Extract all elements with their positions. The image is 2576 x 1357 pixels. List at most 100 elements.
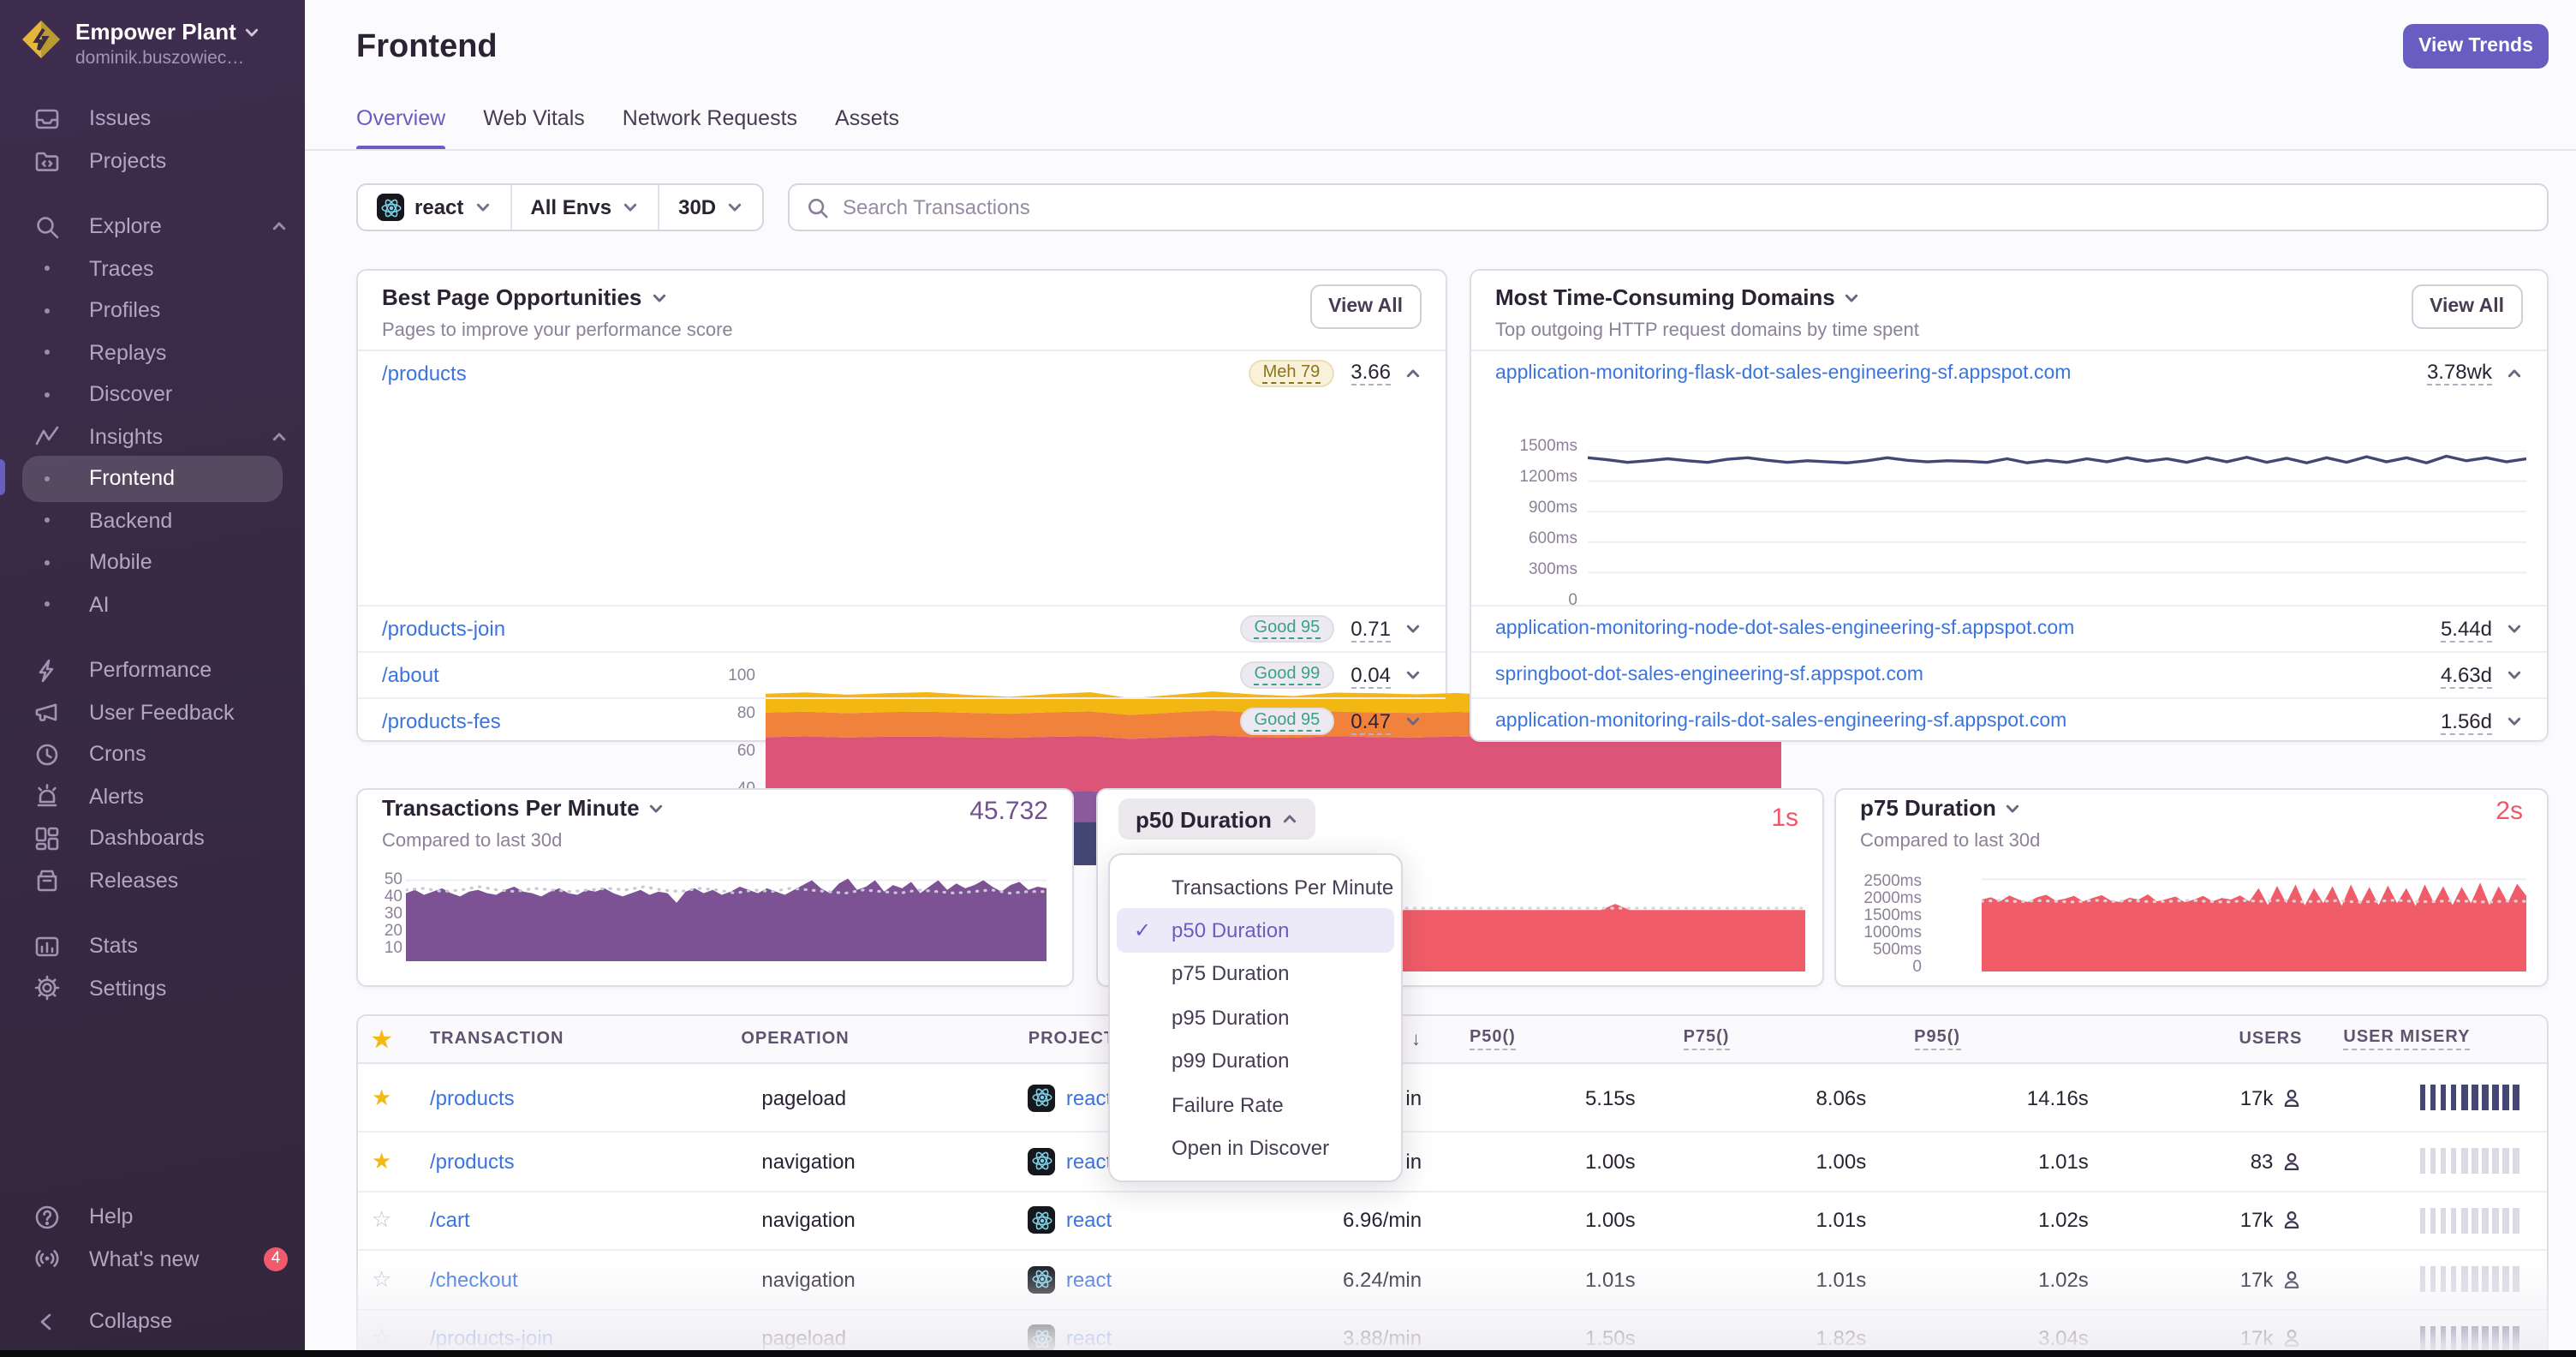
metric-selector-button[interactable]: p50 Duration [1118,798,1316,840]
chevron-down-icon [622,199,639,216]
sidebar-item-what-s-new[interactable]: What's new 4 [0,1238,305,1280]
cell-users: 17k [2102,1085,2317,1109]
view-trends-button[interactable]: View Trends [2403,24,2549,69]
domain-link[interactable]: application-monitoring-rails-dot-sales-e… [1495,711,2066,732]
project-link[interactable]: react [1066,1209,1112,1233]
sidebar-item-collapse[interactable]: Collapse [0,1300,305,1342]
search-input[interactable] [843,195,2530,219]
chevron-down-icon[interactable] [1404,667,1422,684]
panel-caption: Pages to improve your performance score [382,320,733,341]
chevron-down-icon[interactable] [1844,289,1861,306]
org-switcher[interactable]: Empower Plant dominik.buszowiec… [21,19,267,69]
column-header-operation[interactable]: OPERATION [727,1030,1014,1049]
star-outline-icon[interactable]: ☆ [372,1266,391,1294]
view-all-button[interactable]: View All [2411,284,2523,329]
sidebar-item-frontend[interactable]: Frontend [0,456,305,500]
tab-overview[interactable]: Overview [356,106,446,151]
star-outline-icon[interactable]: ☆ [372,1207,391,1234]
star-filled-icon[interactable]: ★ [372,1148,391,1175]
column-header-p95[interactable]: P95() [1880,1028,2102,1050]
column-header-users[interactable]: USERS [2102,1030,2317,1049]
tab-assets[interactable]: Assets [835,106,899,151]
column-header-transaction[interactable]: TRANSACTION [416,1030,727,1049]
environment-filter[interactable]: All Envs [511,185,660,230]
chevron-down-icon[interactable] [2506,620,2523,637]
domain-link[interactable]: springboot-dot-sales-engineering-sf.apps… [1495,665,1923,685]
view-all-button[interactable]: View All [1309,284,1422,329]
page-link[interactable]: /products-fes [382,709,501,733]
sidebar-item-stats[interactable]: Stats [0,925,305,967]
domain-link[interactable]: application-monitoring-node-dot-sales-en… [1495,619,2074,639]
tab-bar: Overview Web Vitals Network Requests Assets [356,106,899,151]
chevron-down-icon[interactable] [2506,713,2523,730]
chevron-up-icon[interactable] [2506,364,2523,381]
menu-item-p99-duration[interactable]: p99 Duration [1117,1039,1394,1083]
column-header-p50[interactable]: P50() [1435,1028,1649,1050]
menu-item-failure-rate[interactable]: Failure Rate [1117,1083,1394,1127]
star-filled-icon[interactable]: ★ [372,1084,391,1111]
sidebar-item-settings[interactable]: Settings [0,967,305,1009]
project-link[interactable]: react [1066,1085,1112,1109]
sidebar-item-profiles[interactable]: Profiles [0,290,305,332]
page-link[interactable]: /about [382,663,439,687]
project-link[interactable]: react [1066,1268,1112,1292]
sidebar-item-dashboards[interactable]: Dashboards [0,817,305,859]
transaction-link[interactable]: /products [430,1085,515,1109]
chevron-down-icon[interactable] [648,799,665,816]
menu-item-label: Failure Rate [1172,1092,1284,1117]
column-header-misery[interactable]: USER MISERY [2316,1028,2547,1050]
sidebar-item-ai[interactable]: AI [0,583,305,625]
chevron-down-icon[interactable] [650,289,667,306]
page-link[interactable]: /products-join [382,617,505,641]
sidebar-item-label: Profiles [89,298,161,323]
sidebar-item-releases[interactable]: Releases [0,859,305,901]
page-link[interactable]: /products [382,361,467,385]
sidebar-item-insights[interactable]: Insights [0,415,305,457]
sidebar-item-projects[interactable]: Projects [0,140,305,182]
sidebar-item-crons[interactable]: Crons [0,733,305,775]
star-outline-icon[interactable]: ☆ [372,1325,391,1353]
sidebar-item-traces[interactable]: Traces [0,248,305,290]
cell-project: react [1015,1265,1237,1294]
domain-link[interactable]: application-monitoring-flask-dot-sales-e… [1495,362,2071,383]
menu-item-label: Transactions Per Minute [1172,875,1394,900]
cell-star: ☆ [358,1266,416,1294]
sidebar-item-issues[interactable]: Issues [0,98,305,140]
tab-network-requests[interactable]: Network Requests [623,106,797,151]
tab-web-vitals[interactable]: Web Vitals [483,106,585,151]
menu-item-open-in-discover[interactable]: Open in Discover [1117,1127,1394,1170]
bullet-icon [33,559,60,565]
chevron-down-icon[interactable] [2506,667,2523,684]
sidebar-item-performance[interactable]: Performance [0,649,305,691]
menu-item-p75-duration[interactable]: p75 Duration [1117,953,1394,996]
sidebar-item-help[interactable]: Help [0,1196,305,1238]
column-label: P50() [1469,1028,1516,1050]
chevron-down-icon[interactable] [2005,799,2022,816]
project-filter[interactable]: react [358,185,512,230]
transaction-link[interactable]: /products-join [430,1327,553,1351]
chevron-up-icon[interactable] [1404,364,1422,381]
sidebar-item-backend[interactable]: Backend [0,499,305,541]
sidebar-item-user-feedback[interactable]: User Feedback [0,691,305,733]
menu-item-p50-duration[interactable]: ✓ p50 Duration [1117,908,1394,953]
sidebar-item-replays[interactable]: Replays [0,332,305,374]
sidebar-item-discover[interactable]: Discover [0,374,305,415]
chevron-down-icon[interactable] [1404,620,1422,637]
project-link[interactable]: react [1066,1150,1112,1174]
column-header-star[interactable]: ★ [358,1025,416,1053]
sidebar-item-mobile[interactable]: Mobile [0,541,305,583]
transaction-link[interactable]: /products [430,1150,515,1174]
transaction-link[interactable]: /cart [430,1209,470,1233]
cell-users: 17k [2102,1209,2317,1233]
sidebar-item-explore[interactable]: Explore [0,206,305,248]
cell-misery [2316,1266,2547,1293]
sidebar-item-alerts[interactable]: Alerts [0,775,305,817]
menu-item-transactions-per-minute[interactable]: Transactions Per Minute [1117,865,1394,909]
project-link[interactable]: react [1066,1327,1112,1351]
page-row: /products-join Good 95 0.71 [358,605,1446,651]
transaction-link[interactable]: /checkout [430,1268,518,1292]
menu-item-p95-duration[interactable]: p95 Duration [1117,995,1394,1039]
column-header-p75[interactable]: P75() [1649,1028,1881,1050]
date-range-filter[interactable]: 30D [659,185,762,230]
chevron-down-icon[interactable] [1404,713,1422,730]
